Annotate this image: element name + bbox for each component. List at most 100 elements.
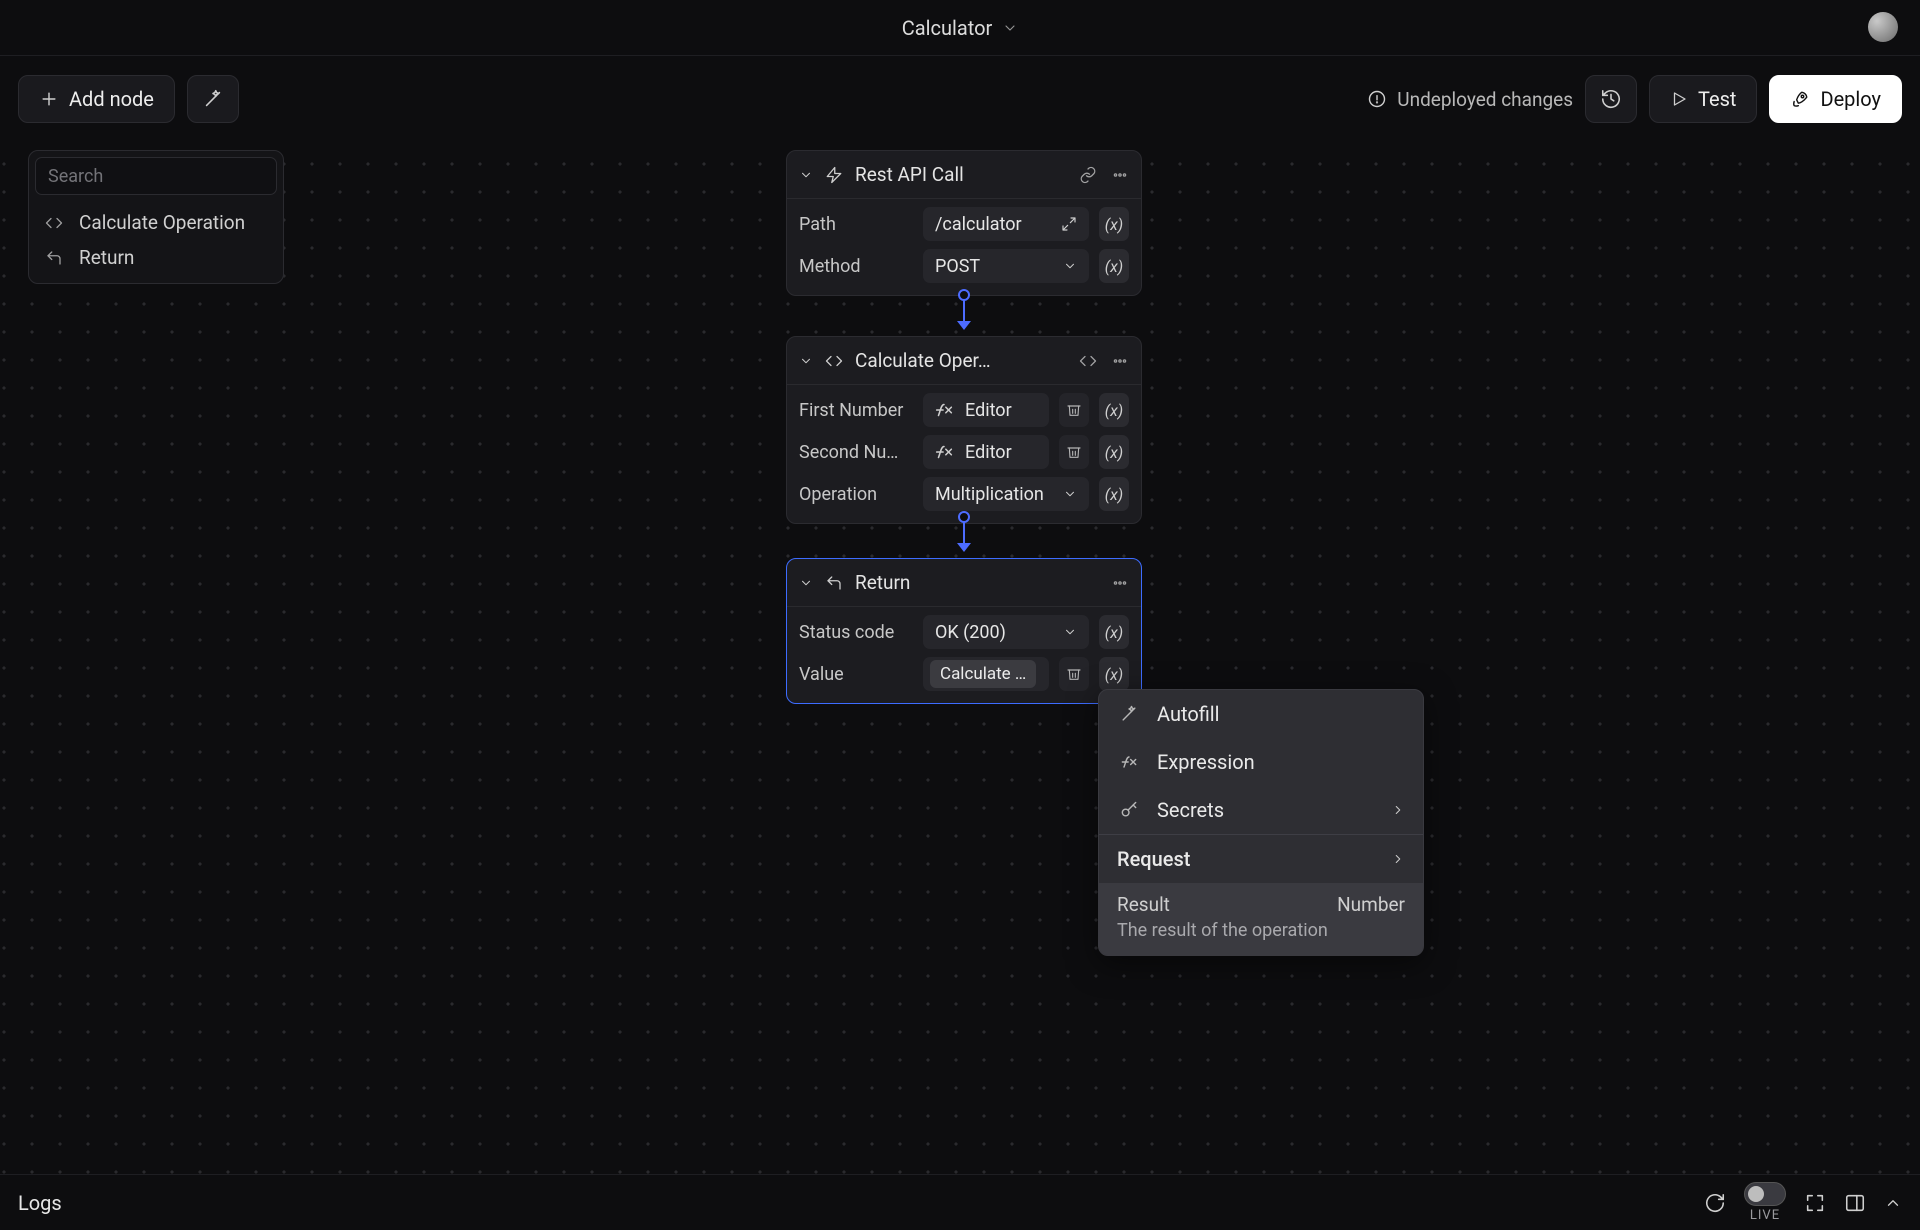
menu-result-title: Result — [1117, 893, 1170, 916]
status-field[interactable]: OK (200) — [923, 615, 1089, 649]
operation-field[interactable]: Multiplication — [923, 477, 1089, 511]
fullscreen-icon[interactable] — [1804, 1192, 1826, 1214]
chevron-down-icon[interactable] — [799, 168, 813, 182]
menu-autofill[interactable]: Autofill — [1099, 690, 1423, 738]
variable-button[interactable]: (x) — [1099, 249, 1129, 283]
path-value: /calculator — [935, 214, 1022, 235]
panel-icon[interactable] — [1844, 1192, 1866, 1214]
deploy-label: Deploy — [1820, 87, 1881, 111]
variable-menu: Autofill Expression Secrets Request Resu… — [1098, 689, 1424, 956]
operation-value: Multiplication — [935, 484, 1044, 505]
node-return[interactable]: Return Status code OK (200) (x) Value Ca… — [786, 558, 1142, 704]
trash-icon — [1066, 402, 1082, 418]
menu-result[interactable]: Result Number The result of the operatio… — [1099, 883, 1423, 955]
outline-item-label: Calculate Operation — [79, 211, 245, 234]
variable-button[interactable]: (x) — [1099, 477, 1129, 511]
value-field[interactable]: Calculate … — [923, 657, 1049, 691]
wand-icon — [202, 88, 224, 110]
node-header[interactable]: Calculate Oper… — [787, 337, 1141, 385]
variable-button[interactable]: (x) — [1099, 615, 1129, 649]
field-label: Operation — [799, 484, 913, 505]
key-icon — [1117, 800, 1141, 820]
variable-button[interactable]: (x) — [1099, 207, 1129, 241]
plus-icon — [39, 89, 59, 109]
menu-secrets[interactable]: Secrets — [1099, 786, 1423, 834]
add-node-label: Add node — [69, 87, 154, 111]
second-number-field[interactable]: Editor — [923, 435, 1049, 469]
action-bar: Add node Undeployed changes Test Deploy — [0, 56, 1920, 142]
live-toggle[interactable] — [1744, 1182, 1786, 1206]
expand-icon[interactable] — [1061, 216, 1077, 232]
outline-search[interactable]: Search — [35, 157, 277, 195]
variable-button[interactable]: (x) — [1099, 657, 1129, 691]
canvas[interactable]: Search Calculate Operation Return Rest A… — [0, 142, 1920, 1174]
chevron-up-icon[interactable] — [1884, 1194, 1902, 1212]
undeployed-label: Undeployed changes — [1397, 88, 1573, 111]
field-label: Path — [799, 214, 913, 235]
outline-item-return[interactable]: Return — [29, 240, 283, 275]
fx-icon — [1117, 752, 1141, 772]
chevron-down-icon — [1063, 625, 1077, 639]
delete-button[interactable] — [1059, 657, 1089, 691]
history-button[interactable] — [1585, 75, 1637, 123]
menu-request[interactable]: Request — [1099, 834, 1423, 883]
method-field[interactable]: POST — [923, 249, 1089, 283]
chevron-right-icon — [1391, 852, 1405, 866]
node-title: Rest API Call — [855, 163, 1067, 186]
fx-icon — [933, 441, 955, 463]
chevron-down-icon[interactable] — [799, 354, 813, 368]
link-icon[interactable] — [1079, 166, 1097, 184]
deploy-button[interactable]: Deploy — [1769, 75, 1902, 123]
path-field[interactable]: /calculator — [923, 207, 1089, 241]
first-number-field[interactable]: Editor — [923, 393, 1049, 427]
undeployed-status: Undeployed changes — [1367, 88, 1573, 111]
field-label: Method — [799, 256, 913, 277]
test-button[interactable]: Test — [1649, 75, 1757, 123]
node-header[interactable]: Return — [787, 559, 1141, 607]
more-icon[interactable] — [1111, 352, 1129, 370]
add-node-button[interactable]: Add node — [18, 75, 175, 123]
fx-icon — [933, 399, 955, 421]
field-label: First Number — [799, 400, 913, 421]
outline-item-calculate[interactable]: Calculate Operation — [29, 205, 283, 240]
return-icon — [825, 574, 843, 592]
trash-icon — [1066, 444, 1082, 460]
outline-search-placeholder: Search — [48, 166, 103, 187]
project-selector[interactable]: Calculator — [902, 16, 1019, 40]
menu-result-type: Number — [1337, 893, 1405, 916]
chevron-down-icon — [1002, 20, 1018, 36]
chevron-down-icon — [1063, 487, 1077, 501]
node-rest-api[interactable]: Rest API Call Path /calculator (x) Metho… — [786, 150, 1142, 296]
more-icon[interactable] — [1111, 574, 1129, 592]
logs-title[interactable]: Logs — [18, 1191, 62, 1215]
return-icon — [43, 249, 65, 267]
variable-button[interactable]: (x) — [1099, 435, 1129, 469]
menu-expression[interactable]: Expression — [1099, 738, 1423, 786]
avatar[interactable] — [1868, 12, 1898, 42]
node-calculate[interactable]: Calculate Oper… First Number Editor (x) … — [786, 336, 1142, 524]
chevron-down-icon[interactable] — [799, 576, 813, 590]
live-label: LIVE — [1750, 1208, 1780, 1223]
more-icon[interactable] — [1111, 166, 1129, 184]
variable-button[interactable]: (x) — [1099, 393, 1129, 427]
node-title: Calculate Oper… — [855, 349, 1067, 372]
value-chip: Calculate … — [930, 660, 1036, 688]
menu-result-sub: The result of the operation — [1117, 916, 1405, 941]
project-name: Calculator — [902, 16, 993, 40]
magic-button[interactable] — [187, 75, 239, 123]
wand-icon — [1117, 704, 1141, 724]
code-icon[interactable] — [1079, 352, 1097, 370]
chevron-down-icon — [1063, 259, 1077, 273]
alert-circle-icon — [1367, 89, 1387, 109]
field-label: Value — [799, 664, 913, 685]
delete-button[interactable] — [1059, 393, 1089, 427]
code-icon — [43, 214, 65, 232]
bolt-icon — [825, 166, 843, 184]
top-bar: Calculator — [0, 0, 1920, 56]
logs-bar: Logs LIVE — [0, 1174, 1920, 1230]
trash-icon — [1066, 666, 1082, 682]
delete-button[interactable] — [1059, 435, 1089, 469]
refresh-icon[interactable] — [1704, 1192, 1726, 1214]
outline-panel: Search Calculate Operation Return — [28, 150, 284, 284]
node-header[interactable]: Rest API Call — [787, 151, 1141, 199]
